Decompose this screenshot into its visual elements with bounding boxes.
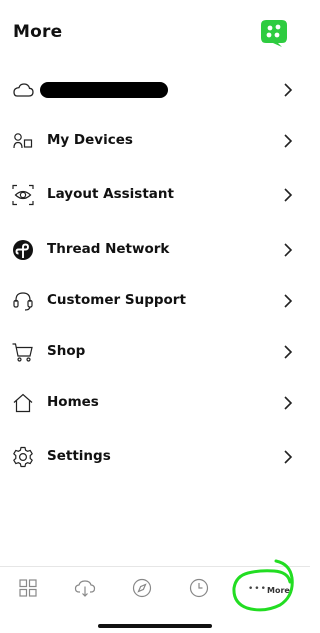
redacted-account-name — [40, 82, 168, 98]
home-indicator — [98, 624, 212, 628]
devices-icon — [13, 133, 33, 149]
menu-item-customer-support[interactable]: Customer Support — [0, 281, 310, 321]
menu-item-label: Thread Network — [47, 241, 170, 257]
chevron-right-icon — [284, 450, 293, 464]
menu-item-label: Homes — [47, 394, 99, 410]
chevron-right-icon — [284, 188, 293, 202]
chevron-right-icon — [284, 294, 293, 308]
layout-assistant-icon — [12, 184, 34, 206]
cloud-sync-icon[interactable] — [72, 575, 98, 601]
menu-item-label: My Devices — [47, 132, 133, 148]
menu-item-label: Shop — [47, 343, 86, 359]
clock-icon[interactable] — [186, 575, 212, 601]
app-logo-icon[interactable] — [258, 16, 290, 48]
menu-item-layout-assistant[interactable]: Layout Assistant — [0, 175, 310, 215]
cart-icon — [12, 343, 33, 362]
menu-item-label: Layout Assistant — [47, 186, 174, 202]
chevron-right-icon — [284, 243, 293, 257]
headset-icon — [13, 292, 33, 311]
cloud-icon — [13, 83, 34, 97]
thread-network-icon — [13, 240, 33, 260]
page-title: More — [13, 22, 63, 42]
grid-icon[interactable] — [15, 575, 41, 601]
menu-item-my-devices[interactable]: My Devices — [0, 121, 310, 161]
menu-item-label: Customer Support — [47, 292, 186, 308]
gear-icon — [13, 446, 33, 468]
chevron-right-icon — [284, 396, 293, 410]
menu-item-shop[interactable]: Shop — [0, 332, 310, 372]
highlight-circle-annotation — [232, 559, 294, 612]
chevron-right-icon — [284, 345, 293, 359]
home-icon — [13, 393, 33, 413]
chevron-right-icon — [284, 134, 293, 148]
menu-item-homes[interactable]: Homes — [0, 383, 310, 423]
compass-icon[interactable] — [129, 575, 155, 601]
header: More — [0, 0, 310, 70]
menu-item-label: Settings — [47, 448, 111, 464]
account-row[interactable] — [0, 70, 310, 110]
menu-item-settings[interactable]: Settings — [0, 437, 310, 477]
menu-item-thread-network[interactable]: Thread Network — [0, 230, 310, 270]
chevron-right-icon — [284, 83, 293, 97]
